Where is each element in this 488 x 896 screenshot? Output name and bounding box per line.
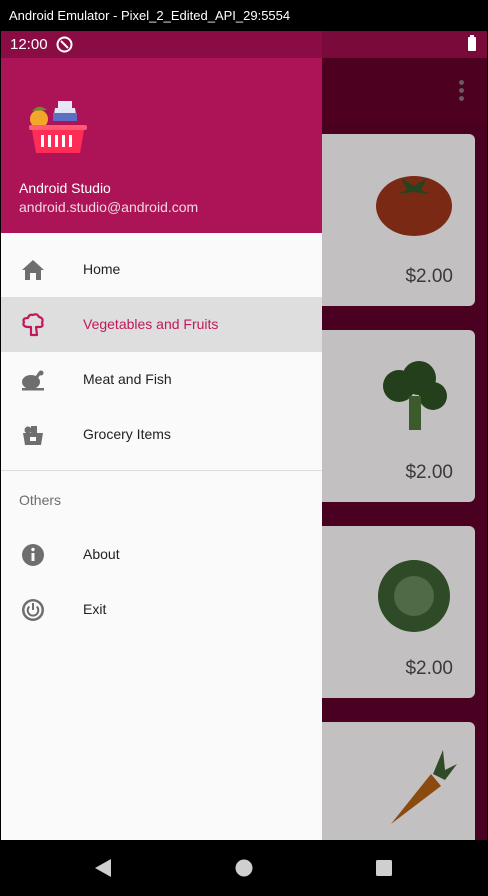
- product-card[interactable]: $2.00: [301, 134, 475, 306]
- product-card[interactable]: [301, 722, 475, 840]
- product-card[interactable]: $2.00: [301, 526, 475, 698]
- nav-item-label: Home: [83, 261, 121, 277]
- sync-status-icon: [56, 36, 73, 53]
- nav-item-vegetables-and-fruits[interactable]: Vegetables and Fruits: [1, 297, 322, 352]
- navigation-drawer: 12:00 Android Studio android.studio@andr…: [1, 31, 322, 840]
- product-card[interactable]: $2.00: [301, 330, 475, 502]
- nav-item-label: Vegetables and Fruits: [83, 316, 219, 332]
- cabbage-image: [378, 560, 450, 632]
- power-icon: [22, 599, 44, 621]
- basket-icon: [23, 426, 43, 445]
- overflow-menu-icon[interactable]: [459, 80, 465, 102]
- product-price: $2.00: [405, 266, 453, 287]
- nav-item-label: Meat and Fish: [83, 371, 172, 387]
- account-email: android.studio@android.com: [19, 199, 199, 215]
- nav-item-exit[interactable]: Exit: [1, 582, 322, 637]
- recents-button-icon[interactable]: [375, 859, 393, 877]
- product-price: $2.00: [405, 658, 453, 679]
- grocery-basket-logo: [29, 101, 87, 153]
- nav-item-label: About: [83, 546, 120, 562]
- nav-item-label: Grocery Items: [83, 426, 171, 442]
- nav-item-grocery-items[interactable]: Grocery Items: [1, 407, 322, 462]
- section-title-others: Others: [19, 492, 62, 508]
- system-navigation-bar: [1, 840, 487, 896]
- chicken-leg-icon: [22, 370, 44, 391]
- product-price: $2.00: [405, 462, 453, 483]
- status-time: 12:00: [10, 36, 48, 53]
- home-button-icon[interactable]: [234, 858, 254, 878]
- broccoli-image: [383, 361, 447, 430]
- broccoli-icon: [22, 313, 44, 337]
- emulator-title-bar: Android Emulator - Pixel_2_Edited_API_29…: [0, 0, 488, 31]
- home-icon: [22, 260, 44, 280]
- nav-item-meat-and-fish[interactable]: Meat and Fish: [1, 352, 322, 407]
- account-name: Android Studio: [19, 180, 111, 196]
- info-icon: [22, 544, 44, 566]
- tomato-image: [376, 176, 452, 236]
- nav-item-about[interactable]: About: [1, 527, 322, 582]
- drawer-status-bar: 12:00: [1, 31, 322, 58]
- battery-icon: [468, 35, 476, 51]
- drawer-header: Android Studio android.studio@android.co…: [1, 58, 322, 233]
- nav-item-label: Exit: [83, 601, 107, 617]
- device-screen: $2.00 $2.00 $2.00 12:00 Android Studio a…: [1, 31, 487, 840]
- drawer-divider: [1, 470, 322, 471]
- carrot-image: [391, 750, 457, 824]
- back-button-icon[interactable]: [94, 858, 112, 878]
- nav-item-home[interactable]: Home: [1, 242, 322, 297]
